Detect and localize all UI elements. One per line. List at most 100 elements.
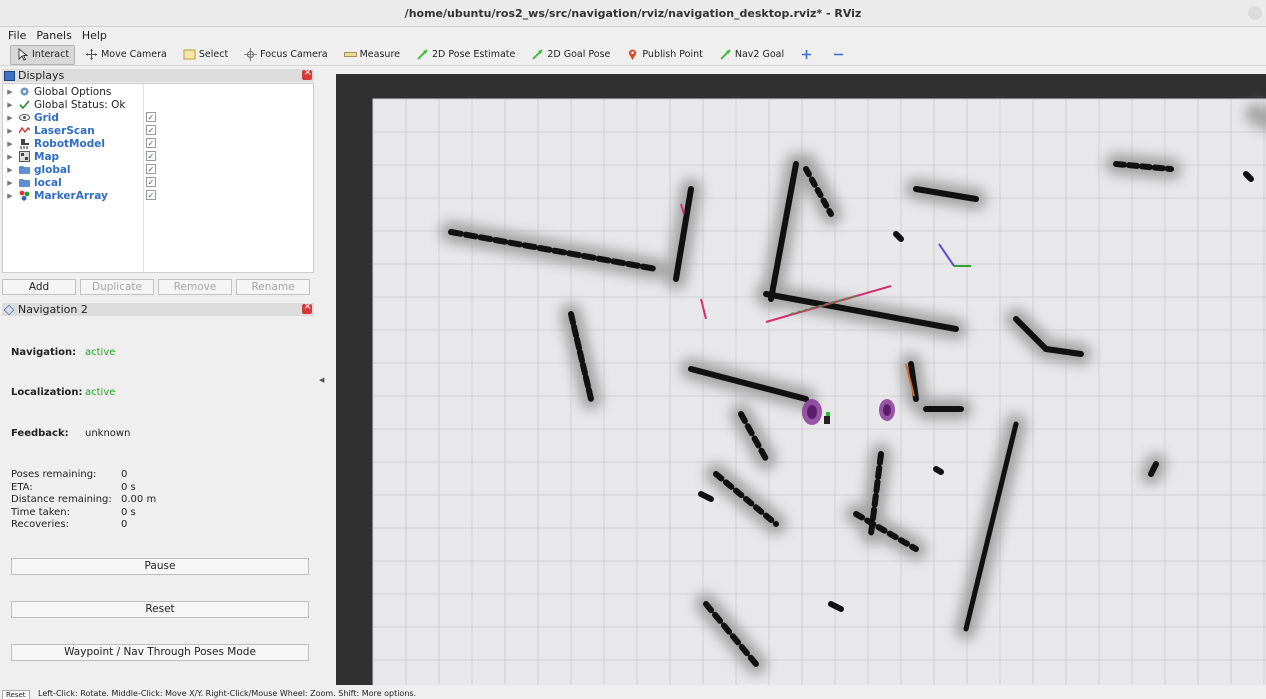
displays-tree: ▶ Global Options ▶ Global Status: Ok ▶ G… <box>2 83 314 273</box>
tree-item-robotmodel[interactable]: ▶ RobotModel ✓ <box>3 137 313 150</box>
checkmark-icon <box>19 99 30 110</box>
tree-item-map[interactable]: ▶ Map ✓ <box>3 150 313 163</box>
markerarray-checkbox[interactable]: ✓ <box>146 190 156 200</box>
tool-publish-point[interactable]: Publish Point <box>620 45 708 65</box>
tree-item-global-status[interactable]: ▶ Global Status: Ok <box>3 98 313 111</box>
tool-select[interactable]: Select <box>177 45 234 65</box>
expand-arrow-icon[interactable]: ▶ <box>5 140 15 148</box>
tool-nav2-goal[interactable]: Nav2 Goal <box>713 45 790 65</box>
robot-model <box>802 399 830 425</box>
localization-status: Localization: active <box>11 387 116 398</box>
displays-button-row: Add Duplicate Remove Rename <box>2 279 314 295</box>
add-tool-button[interactable] <box>794 45 822 65</box>
expand-arrow-icon[interactable]: ▶ <box>5 101 15 109</box>
waypoint-mode-button[interactable]: Waypoint / Nav Through Poses Mode <box>11 644 309 661</box>
navigation-panel-header: Navigation 2 <box>2 301 314 316</box>
expand-arrow-icon[interactable]: ▶ <box>5 166 15 174</box>
window-close-button[interactable] <box>1248 6 1262 20</box>
localization-status-value: active <box>85 387 116 398</box>
title-bar: /home/ubuntu/ros2_ws/src/navigation/rviz… <box>0 0 1266 27</box>
diamond-icon <box>3 304 15 315</box>
tool-measure[interactable]: Measure <box>338 45 406 65</box>
tool-move-camera[interactable]: Move Camera <box>79 45 173 65</box>
navigation-panel: Navigation: active Localization: active … <box>2 317 314 682</box>
cursor-icon <box>16 48 29 61</box>
statusbar-hint: Left-Click: Rotate. Middle-Click: Move X… <box>38 690 417 698</box>
menu-help[interactable]: Help <box>82 29 107 42</box>
grid-icon <box>19 112 30 123</box>
robotmodel-checkbox[interactable]: ✓ <box>146 138 156 148</box>
menu-panels[interactable]: Panels <box>36 29 71 42</box>
move-camera-icon <box>85 48 98 61</box>
grid-checkbox[interactable]: ✓ <box>146 112 156 122</box>
feedback-status: Feedback: unknown <box>11 428 131 439</box>
render-viewport[interactable] <box>336 74 1266 685</box>
map-pin-icon <box>626 48 639 61</box>
stat-time-taken: Time taken: 0 s <box>11 507 136 518</box>
laser-icon <box>18 125 31 136</box>
status-bar: Reset Left-Click: Rotate. Middle-Click: … <box>0 690 1266 699</box>
stat-poses-remaining: Poses remaining: 0 <box>11 469 128 480</box>
duplicate-display-button[interactable]: Duplicate <box>80 279 154 295</box>
pause-button[interactable]: Pause <box>11 558 309 575</box>
stat-eta: ETA: 0 s <box>11 482 136 493</box>
monitor-icon <box>4 70 15 81</box>
expand-arrow-icon[interactable]: ▶ <box>5 153 15 161</box>
remove-tool-button[interactable] <box>826 45 854 65</box>
tool-2d-goal-pose[interactable]: 2D Goal Pose <box>525 45 616 65</box>
rviz-window: /home/ubuntu/ros2_ws/src/navigation/rviz… <box>0 0 1266 699</box>
expand-arrow-icon[interactable]: ▶ <box>5 127 15 135</box>
close-displays-button[interactable] <box>302 67 312 80</box>
tree-item-laserscan[interactable]: ▶ LaserScan ✓ <box>3 124 313 137</box>
map-overlay <box>372 98 1266 685</box>
focus-icon <box>244 48 258 61</box>
menu-bar: File Panels Help <box>0 27 1266 44</box>
tree-item-grid[interactable]: ▶ Grid ✓ <box>3 111 313 124</box>
statusbar-reset-button[interactable]: Reset <box>2 690 30 699</box>
marker-icon <box>19 190 30 201</box>
folder-icon <box>19 164 30 175</box>
tree-item-global[interactable]: ▶ global ✓ <box>3 163 313 176</box>
global-checkbox[interactable]: ✓ <box>146 164 156 174</box>
close-navigation-button[interactable] <box>302 301 312 314</box>
green-arrow-icon <box>531 48 544 61</box>
folder-icon <box>19 177 30 188</box>
window-title: /home/ubuntu/ros2_ws/src/navigation/rviz… <box>404 6 862 20</box>
tree-item-global-options[interactable]: ▶ Global Options <box>3 85 313 98</box>
minus-icon <box>832 48 845 61</box>
add-display-button[interactable]: Add <box>2 279 76 295</box>
reset-button[interactable]: Reset <box>11 601 309 618</box>
stat-distance-remaining: Distance remaining: 0.00 m <box>11 494 157 505</box>
expand-arrow-icon[interactable]: ▶ <box>5 192 15 200</box>
green-arrow-icon <box>719 48 732 61</box>
secondary-robot-footprint <box>879 399 895 421</box>
feedback-status-value: unknown <box>85 428 131 439</box>
expand-arrow-icon[interactable]: ▶ <box>5 179 15 187</box>
displays-panel-header: Displays <box>2 67 314 82</box>
local-checkbox[interactable]: ✓ <box>146 177 156 187</box>
navigation-status: Navigation: active <box>11 347 116 358</box>
navigation-status-value: active <box>85 347 116 358</box>
tool-2d-pose-estimate[interactable]: 2D Pose Estimate <box>410 45 521 65</box>
menu-file[interactable]: File <box>8 29 26 42</box>
tool-interact[interactable]: Interact <box>10 44 76 65</box>
stat-recoveries: Recoveries: 0 <box>11 519 128 530</box>
tool-bar: Interact Move Camera Select Focus Camera… <box>0 44 1266 66</box>
collapse-panel-handle[interactable]: ◀ <box>319 376 324 384</box>
costmap-inflation <box>440 103 1266 675</box>
tool-focus-camera[interactable]: Focus Camera <box>238 45 333 65</box>
rename-display-button[interactable]: Rename <box>236 279 310 295</box>
expand-arrow-icon[interactable]: ▶ <box>5 114 15 122</box>
map-checkbox[interactable]: ✓ <box>146 151 156 161</box>
ruler-icon <box>343 48 357 61</box>
tree-item-markerarray[interactable]: ▶ MarkerArray ✓ <box>3 189 313 202</box>
laserscan-checkbox[interactable]: ✓ <box>146 125 156 135</box>
gear-icon <box>19 86 30 97</box>
displays-title: Displays <box>18 69 65 82</box>
map-icon <box>19 151 30 162</box>
select-icon <box>183 48 196 61</box>
navigation-title: Navigation 2 <box>18 303 88 316</box>
tree-item-local[interactable]: ▶ local ✓ <box>3 176 313 189</box>
expand-arrow-icon[interactable]: ▶ <box>5 88 15 96</box>
remove-display-button[interactable]: Remove <box>158 279 232 295</box>
